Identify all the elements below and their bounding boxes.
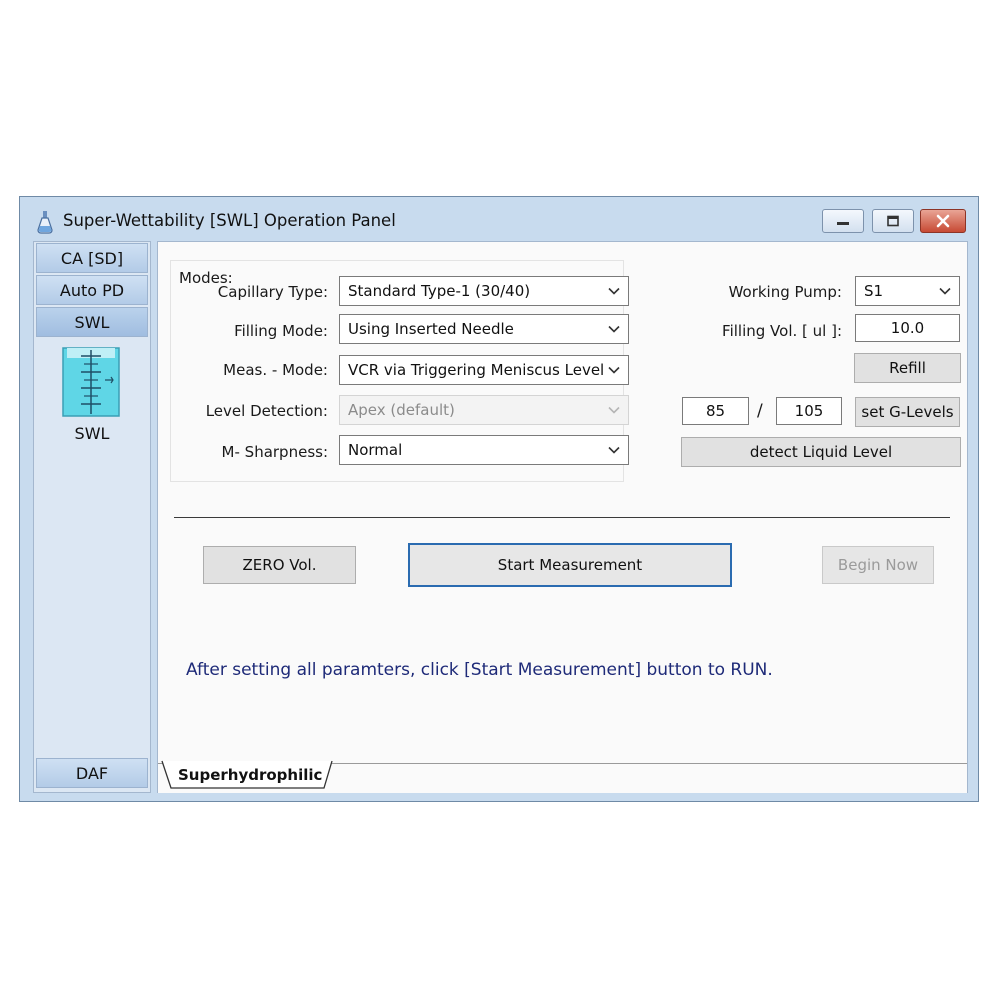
window-title: Super-Wettability [SWL] Operation Panel — [63, 211, 396, 230]
set-g-levels-button[interactable]: set G-Levels — [855, 397, 960, 427]
sidebar-item-label: CA [SD] — [60, 248, 124, 268]
filling-vol-input[interactable]: 10.0 — [855, 314, 960, 342]
meas-mode-select[interactable]: VCR via Triggering Meniscus Level — [339, 355, 629, 385]
meas-mode-label: Meas. - Mode: — [223, 361, 328, 379]
chevron-down-icon — [608, 366, 620, 374]
capillary-type-value: Standard Type-1 (30/40) — [348, 282, 531, 300]
minimize-button[interactable] — [822, 209, 864, 233]
tab-strip: Superhydrophilic — [158, 760, 967, 793]
sidebar-item-label: SWL — [74, 312, 110, 332]
m-sharpness-label: M- Sharpness: — [221, 443, 328, 461]
tab-label: Superhydrophilic — [178, 766, 323, 784]
g-level-low-input[interactable]: 85 — [682, 397, 749, 425]
meas-mode-value: VCR via Triggering Meniscus Level — [348, 361, 605, 379]
chevron-down-icon — [608, 446, 620, 454]
level-detection-select: Apex (default) — [339, 395, 629, 425]
begin-now-button: Begin Now — [822, 546, 934, 584]
capillary-tube-icon — [62, 347, 120, 417]
begin-now-button-label: Begin Now — [837, 556, 919, 574]
sidebar-item-auto-pd[interactable]: Auto PD — [36, 275, 148, 305]
start-measurement-button[interactable]: Start Measurement — [408, 543, 732, 587]
working-pump-value: S1 — [864, 282, 884, 300]
tab-superhydrophilic[interactable]: Superhydrophilic — [158, 760, 338, 790]
capillary-type-label: Capillary Type: — [217, 283, 328, 301]
sidebar-item-ca-sd[interactable]: CA [SD] — [36, 243, 148, 273]
zero-vol-button[interactable]: ZERO Vol. — [203, 546, 356, 584]
working-pump-select[interactable]: S1 — [855, 276, 960, 306]
sidebar-item-label: Auto PD — [59, 280, 125, 300]
close-icon — [936, 214, 950, 228]
g-level-separator: / — [757, 401, 763, 421]
zero-vol-button-label: ZERO Vol. — [242, 556, 317, 574]
sidebar-item-daf[interactable]: DAF — [36, 758, 148, 788]
current-mode-label: SWL — [74, 424, 110, 443]
sidebar-item-label: DAF — [75, 763, 109, 783]
refill-button[interactable]: Refill — [854, 353, 961, 383]
filling-mode-select[interactable]: Using Inserted Needle — [339, 314, 629, 344]
chevron-down-icon — [939, 287, 951, 295]
separator-line — [174, 517, 950, 518]
level-detection-value: Apex (default) — [348, 401, 455, 419]
sidebar-item-swl[interactable]: SWL — [36, 307, 148, 337]
application-window: Super-Wettability [SWL] Operation Panel … — [19, 196, 979, 802]
detect-liquid-level-button[interactable]: detect Liquid Level — [681, 437, 961, 467]
capillary-type-select[interactable]: Standard Type-1 (30/40) — [339, 276, 629, 306]
chevron-down-icon — [608, 287, 620, 295]
m-sharpness-value: Normal — [348, 441, 403, 459]
minimize-icon — [837, 222, 849, 225]
filling-vol-label: Filling Vol. [ ul ]: — [722, 322, 842, 340]
instruction-text: After setting all paramters, click [Star… — [186, 660, 773, 680]
g-level-high-input[interactable]: 105 — [776, 397, 842, 425]
level-detection-label: Level Detection: — [205, 402, 328, 420]
flask-icon — [37, 211, 53, 234]
m-sharpness-select[interactable]: Normal — [339, 435, 629, 465]
operation-panel: Modes: Capillary Type: Standard Type-1 (… — [157, 241, 968, 793]
filling-mode-label: Filling Mode: — [234, 322, 328, 340]
chevron-down-icon — [608, 406, 620, 414]
maximize-button[interactable] — [872, 209, 914, 233]
g-level-low-value: 85 — [705, 402, 726, 420]
close-button[interactable] — [920, 209, 966, 233]
filling-mode-value: Using Inserted Needle — [348, 320, 514, 338]
chevron-down-icon — [608, 325, 620, 333]
mode-sidebar: CA [SD] Auto PD SWL SWL DAF — [33, 241, 151, 793]
start-measurement-button-label: Start Measurement — [497, 556, 643, 574]
maximize-icon — [887, 215, 899, 227]
refill-button-label: Refill — [889, 359, 926, 377]
filling-vol-value: 10.0 — [890, 319, 925, 337]
working-pump-label: Working Pump: — [728, 283, 842, 301]
g-level-high-value: 105 — [794, 402, 824, 420]
title-bar[interactable]: Super-Wettability [SWL] Operation Panel — [20, 197, 978, 241]
detect-liquid-level-button-label: detect Liquid Level — [749, 443, 893, 461]
set-g-levels-button-label: set G-Levels — [861, 403, 954, 421]
